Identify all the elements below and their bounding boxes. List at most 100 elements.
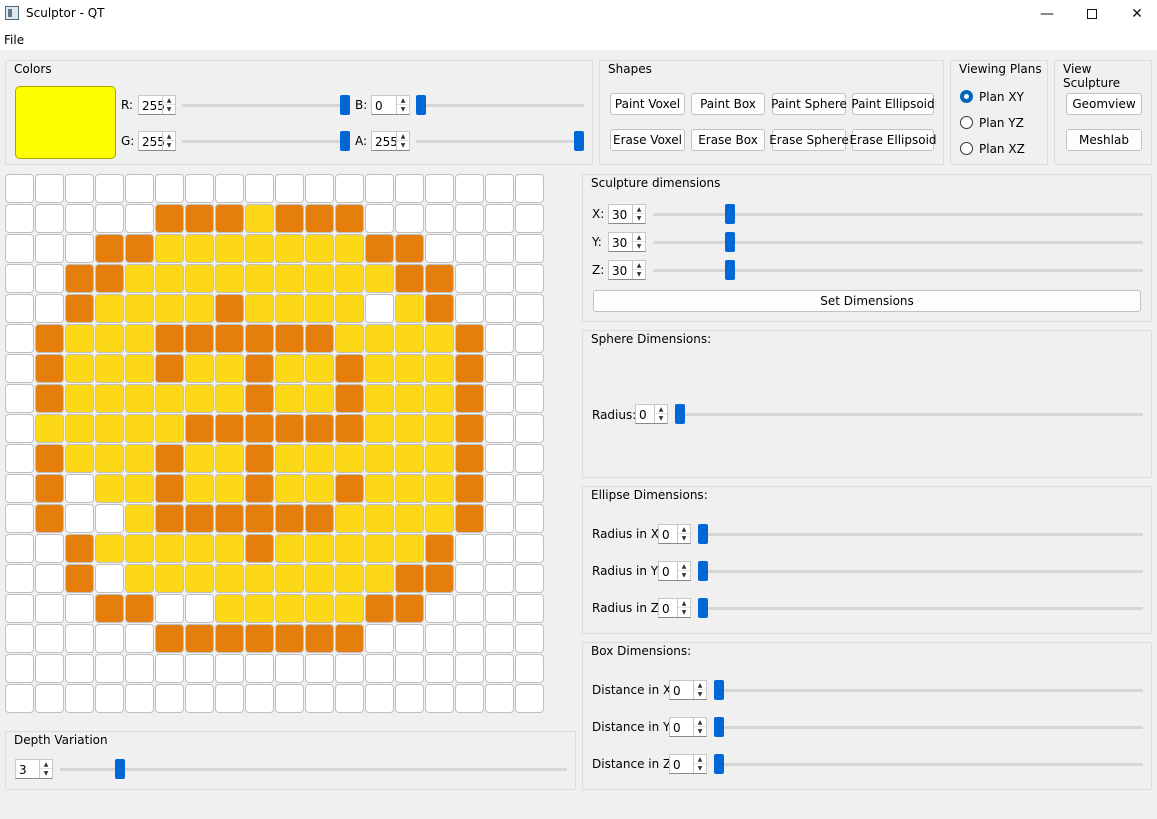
voxel-cell[interactable] — [95, 234, 124, 263]
voxel-cell[interactable] — [125, 354, 154, 383]
voxel-cell[interactable] — [395, 384, 424, 413]
voxel-cell[interactable] — [125, 414, 154, 443]
voxel-cell[interactable] — [455, 534, 484, 563]
voxel-cell[interactable] — [185, 684, 214, 713]
voxel-cell[interactable] — [335, 384, 364, 413]
voxel-cell[interactable] — [455, 174, 484, 203]
voxel-cell[interactable] — [245, 324, 274, 353]
voxel-cell[interactable] — [215, 174, 244, 203]
box-dx-slider[interactable] — [714, 680, 1143, 700]
voxel-cell[interactable] — [125, 684, 154, 713]
voxel-cell[interactable] — [395, 624, 424, 653]
voxel-cell[interactable] — [515, 414, 544, 443]
voxel-cell[interactable] — [275, 654, 304, 683]
spin-up-icon[interactable]: ▲ — [678, 525, 690, 534]
voxel-cell[interactable] — [185, 534, 214, 563]
ellipse-rx-slider[interactable] — [698, 524, 1143, 544]
voxel-cell[interactable] — [5, 654, 34, 683]
voxel-cell[interactable] — [515, 624, 544, 653]
voxel-cell[interactable] — [275, 174, 304, 203]
voxel-cell[interactable] — [95, 594, 124, 623]
voxel-cell[interactable] — [65, 594, 94, 623]
voxel-cell[interactable] — [515, 504, 544, 533]
voxel-cell[interactable] — [305, 294, 334, 323]
voxel-cell[interactable] — [35, 594, 64, 623]
voxel-cell[interactable] — [275, 564, 304, 593]
color-swatch[interactable] — [15, 86, 116, 159]
voxel-cell[interactable] — [215, 234, 244, 263]
voxel-cell[interactable] — [5, 444, 34, 473]
voxel-cell[interactable] — [365, 354, 394, 383]
voxel-cell[interactable] — [35, 624, 64, 653]
voxel-cell[interactable] — [455, 234, 484, 263]
voxel-cell[interactable] — [515, 324, 544, 353]
voxel-cell[interactable] — [335, 624, 364, 653]
voxel-cell[interactable] — [65, 564, 94, 593]
voxel-cell[interactable] — [365, 624, 394, 653]
voxel-cell[interactable] — [425, 414, 454, 443]
spin-down-icon[interactable]: ▼ — [694, 727, 706, 736]
voxel-cell[interactable] — [215, 354, 244, 383]
voxel-cell[interactable] — [275, 324, 304, 353]
voxel-cell[interactable] — [155, 264, 184, 293]
voxel-cell[interactable] — [35, 564, 64, 593]
voxel-cell[interactable] — [5, 594, 34, 623]
voxel-cell[interactable] — [425, 534, 454, 563]
voxel-cell[interactable] — [395, 534, 424, 563]
voxel-cell[interactable] — [365, 474, 394, 503]
voxel-cell[interactable] — [395, 414, 424, 443]
voxel-cell[interactable] — [65, 354, 94, 383]
voxel-cell[interactable] — [515, 234, 544, 263]
voxel-cell[interactable] — [35, 654, 64, 683]
spin-up-icon[interactable]: ▲ — [163, 132, 175, 141]
voxel-cell[interactable] — [125, 324, 154, 353]
voxel-cell[interactable] — [5, 624, 34, 653]
voxel-cell[interactable] — [35, 534, 64, 563]
g-slider[interactable] — [182, 131, 350, 151]
voxel-cell[interactable] — [425, 204, 454, 233]
spin-down-icon[interactable]: ▼ — [163, 105, 175, 114]
voxel-cell[interactable] — [95, 384, 124, 413]
voxel-cell[interactable] — [425, 264, 454, 293]
sphere-radius-slider[interactable] — [675, 404, 1143, 424]
voxel-cell[interactable] — [425, 474, 454, 503]
voxel-cell[interactable] — [305, 324, 334, 353]
plan-yz-label[interactable]: Plan YZ — [979, 116, 1024, 130]
paint-sphere-button[interactable]: Paint Sphere — [771, 93, 847, 115]
voxel-cell[interactable] — [485, 414, 514, 443]
voxel-cell[interactable] — [245, 624, 274, 653]
voxel-cell[interactable] — [245, 234, 274, 263]
voxel-cell[interactable] — [65, 534, 94, 563]
voxel-cell[interactable] — [425, 654, 454, 683]
slider-handle[interactable] — [725, 232, 735, 252]
spin-up-icon[interactable]: ▲ — [633, 261, 645, 270]
voxel-cell[interactable] — [35, 294, 64, 323]
ellipse-ry-slider[interactable] — [698, 561, 1143, 581]
slider-handle[interactable] — [714, 717, 724, 737]
voxel-cell[interactable] — [245, 564, 274, 593]
voxel-cell[interactable] — [95, 264, 124, 293]
voxel-cell[interactable] — [275, 624, 304, 653]
voxel-cell[interactable] — [305, 534, 334, 563]
voxel-cell[interactable] — [245, 444, 274, 473]
voxel-cell[interactable] — [215, 414, 244, 443]
voxel-cell[interactable] — [215, 474, 244, 503]
voxel-cell[interactable] — [275, 294, 304, 323]
voxel-cell[interactable] — [365, 534, 394, 563]
voxel-cell[interactable] — [335, 324, 364, 353]
voxel-cell[interactable] — [305, 624, 334, 653]
voxel-cell[interactable] — [65, 174, 94, 203]
voxel-cell[interactable] — [455, 294, 484, 323]
voxel-cell[interactable] — [125, 654, 154, 683]
voxel-cell[interactable] — [275, 414, 304, 443]
voxel-cell[interactable] — [125, 624, 154, 653]
voxel-cell[interactable] — [395, 444, 424, 473]
spin-down-icon[interactable]: ▼ — [678, 534, 690, 543]
voxel-cell[interactable] — [5, 384, 34, 413]
box-dy-slider[interactable] — [714, 717, 1143, 737]
r-spinbox[interactable]: 255 ▲ ▼ — [138, 95, 176, 115]
voxel-cell[interactable] — [455, 564, 484, 593]
voxel-cell[interactable] — [65, 294, 94, 323]
voxel-cell[interactable] — [365, 294, 394, 323]
b-slider[interactable] — [416, 95, 584, 115]
